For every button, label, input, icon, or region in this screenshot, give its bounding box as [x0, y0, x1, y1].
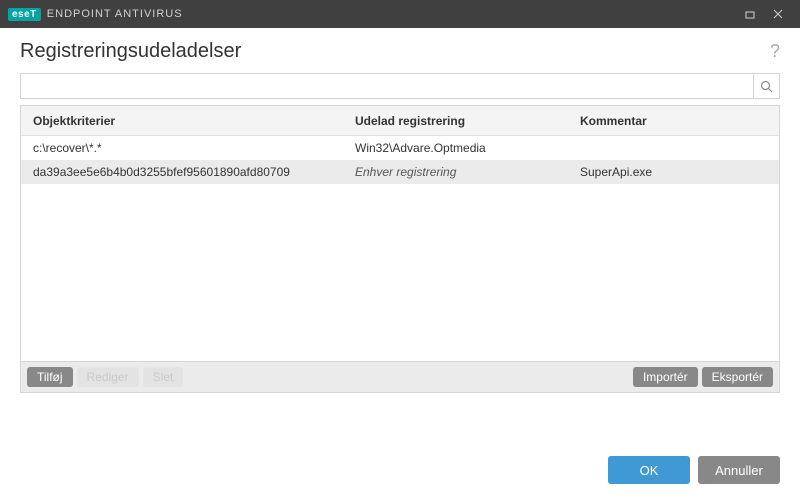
cancel-button[interactable]: Annuller — [698, 456, 780, 484]
page-title: Registreringsudeladelser — [20, 40, 241, 63]
exclusions-table: Objektkriterier Udelad registrering Komm… — [20, 105, 780, 393]
search-button[interactable] — [753, 74, 779, 98]
add-button[interactable]: Tilføj — [27, 367, 73, 387]
import-button[interactable]: Importér — [633, 367, 698, 387]
minimize-button[interactable] — [736, 0, 764, 28]
col-comment[interactable]: Kommentar — [576, 114, 779, 128]
help-button[interactable]: ? — [770, 41, 780, 62]
content-area: Objektkriterier Udelad registrering Komm… — [0, 73, 800, 393]
table-header: Objektkriterier Udelad registrering Komm… — [21, 106, 779, 136]
search-input[interactable] — [21, 74, 753, 98]
table-row[interactable]: da39a3ee5e6b4b0d3255bfef95601890afd80709… — [21, 160, 779, 184]
cell-exclude: Enhver registrering — [351, 165, 576, 179]
delete-button[interactable]: Slet — [143, 367, 184, 387]
search-bar — [20, 73, 780, 99]
minimize-icon — [745, 9, 755, 19]
cell-exclude: Win32\Advare.Optmedia — [351, 141, 576, 155]
dialog-footer: OK Annuller — [0, 442, 800, 500]
cell-object: c:\recover\*.* — [21, 141, 351, 155]
ok-button[interactable]: OK — [608, 456, 690, 484]
brand-logo: eseT ENDPOINT ANTIVIRUS — [8, 8, 183, 21]
dialog-header: Registreringsudeladelser ? — [0, 28, 800, 73]
titlebar: eseT ENDPOINT ANTIVIRUS — [0, 0, 800, 28]
cell-object: da39a3ee5e6b4b0d3255bfef95601890afd80709 — [21, 165, 351, 179]
table-row[interactable]: c:\recover\*.*Win32\Advare.Optmedia — [21, 136, 779, 160]
close-button[interactable] — [764, 0, 792, 28]
col-object[interactable]: Objektkriterier — [21, 114, 351, 128]
close-icon — [773, 9, 783, 19]
col-exclude[interactable]: Udelad registrering — [351, 114, 576, 128]
search-icon — [760, 80, 773, 93]
brand-text: ENDPOINT ANTIVIRUS — [47, 8, 183, 20]
edit-button[interactable]: Rediger — [77, 367, 139, 387]
export-button[interactable]: Eksportér — [702, 367, 773, 387]
brand-badge: eseT — [8, 8, 41, 21]
table-actionbar: Tilføj Rediger Slet Importér Eksportér — [21, 361, 779, 392]
table-body: c:\recover\*.*Win32\Advare.Optmediada39a… — [21, 136, 779, 361]
cell-comment: SuperApi.exe — [576, 165, 779, 179]
